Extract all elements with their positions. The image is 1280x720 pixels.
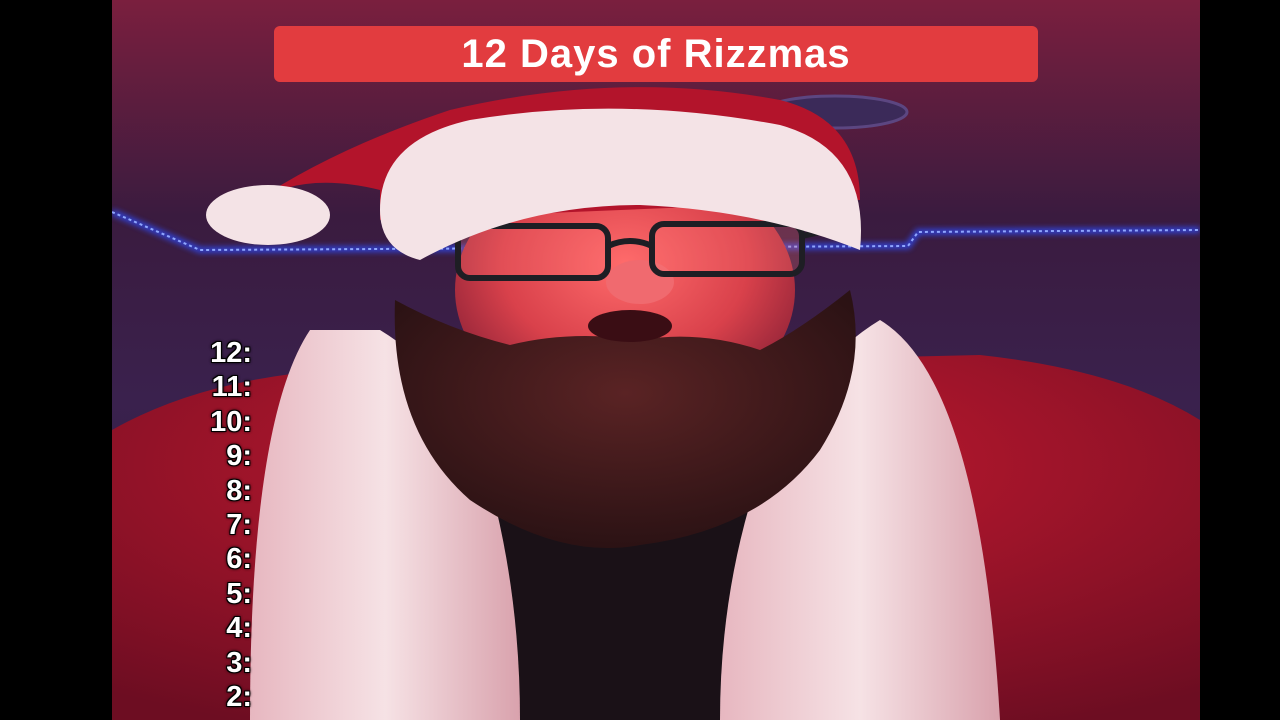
title-banner: 12 Days of Rizzmas	[274, 26, 1038, 82]
mouth	[588, 310, 672, 342]
countdown-item: 12:	[210, 337, 252, 369]
title-text: 12 Days of Rizzmas	[461, 31, 851, 76]
scene-photo	[112, 87, 1200, 720]
countdown-item: 8:	[226, 474, 252, 507]
countdown-item: 5:	[226, 577, 252, 610]
countdown-item: 7:	[226, 509, 252, 542]
video-frame[interactable]: 12 Days of Rizzmas 12: 11: 10: 9: 8: 7: …	[112, 0, 1200, 720]
countdown-item: 9:	[226, 440, 252, 473]
countdown-item: 4:	[226, 612, 252, 645]
countdown-list: 12: 11: 10: 9: 8: 7: 6: 5: 4: 3: 2:	[162, 336, 252, 714]
countdown-item: 10:	[210, 405, 252, 438]
countdown-item: 11:	[211, 371, 252, 404]
countdown-item: 6:	[226, 543, 252, 576]
countdown-item: 3:	[226, 646, 252, 679]
countdown-item: 2:	[226, 681, 252, 714]
